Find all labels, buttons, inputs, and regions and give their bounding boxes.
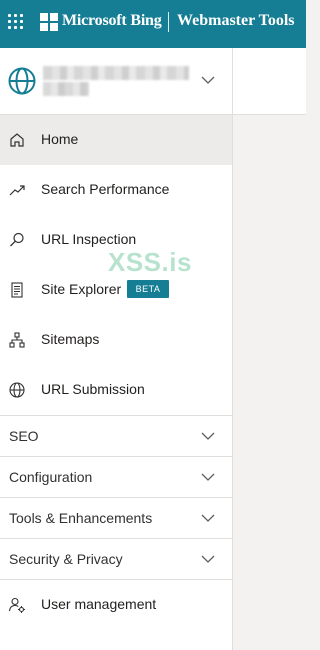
search-icon bbox=[10, 232, 24, 247]
nav-item-user-management[interactable]: User management bbox=[0, 579, 232, 630]
nav-item-site-explorer[interactable]: Site Explorer BETA bbox=[0, 265, 232, 315]
nav-item-url-inspection[interactable]: URL Inspection bbox=[0, 215, 232, 265]
nav-item-label: User management bbox=[41, 596, 157, 612]
chevron-down-icon[interactable] bbox=[200, 74, 216, 86]
globe-icon bbox=[9, 382, 25, 398]
section-security-privacy[interactable]: Security & Privacy bbox=[0, 538, 232, 579]
section-label: SEO bbox=[9, 428, 39, 444]
nav-item-label: URL Submission bbox=[41, 381, 145, 397]
trend-up-icon bbox=[9, 185, 25, 196]
sitemap-icon bbox=[9, 332, 25, 348]
nav-item-sitemaps[interactable]: Sitemaps bbox=[0, 315, 232, 365]
section-label: Security & Privacy bbox=[9, 551, 123, 567]
content-header bbox=[233, 48, 306, 115]
section-seo[interactable]: SEO bbox=[0, 415, 232, 456]
section-label: Configuration bbox=[9, 469, 93, 485]
site-name-redacted bbox=[43, 66, 189, 100]
nav-item-label: Site Explorer bbox=[41, 281, 122, 297]
user-settings-icon bbox=[8, 597, 25, 613]
brand-divider bbox=[168, 12, 169, 32]
brand-name[interactable]: Microsoft Bing bbox=[62, 12, 162, 30]
nav-item-home[interactable]: Home bbox=[0, 115, 232, 165]
top-bar: Microsoft Bing Webmaster Tools bbox=[0, 0, 306, 48]
section-tools-enhancements[interactable]: Tools & Enhancements bbox=[0, 497, 232, 538]
nav-item-label: Home bbox=[41, 131, 79, 147]
nav-item-label: Sitemaps bbox=[41, 331, 100, 347]
beta-badge: BETA bbox=[127, 280, 169, 298]
chevron-down-icon bbox=[201, 473, 215, 481]
nav-item-label: Search Performance bbox=[41, 181, 170, 197]
chevron-down-icon bbox=[201, 432, 215, 440]
section-label: Tools & Enhancements bbox=[9, 510, 153, 526]
nav-item-search-performance[interactable]: Search Performance bbox=[0, 165, 232, 215]
section-configuration[interactable]: Configuration bbox=[0, 456, 232, 497]
home-icon bbox=[10, 133, 24, 147]
app-launcher-icon[interactable] bbox=[8, 14, 24, 30]
site-explorer-icon bbox=[11, 282, 23, 298]
sidebar: Home Search Performance URL Inspection S… bbox=[0, 48, 233, 650]
chevron-down-icon bbox=[201, 555, 215, 563]
nav-item-label: URL Inspection bbox=[41, 231, 137, 247]
product-name[interactable]: Webmaster Tools bbox=[177, 12, 295, 30]
globe-icon bbox=[8, 67, 36, 95]
nav-item-url-submission[interactable]: URL Submission bbox=[0, 365, 232, 415]
site-switcher[interactable] bbox=[0, 48, 232, 115]
microsoft-logo-icon bbox=[40, 13, 58, 31]
chevron-down-icon bbox=[201, 514, 215, 522]
